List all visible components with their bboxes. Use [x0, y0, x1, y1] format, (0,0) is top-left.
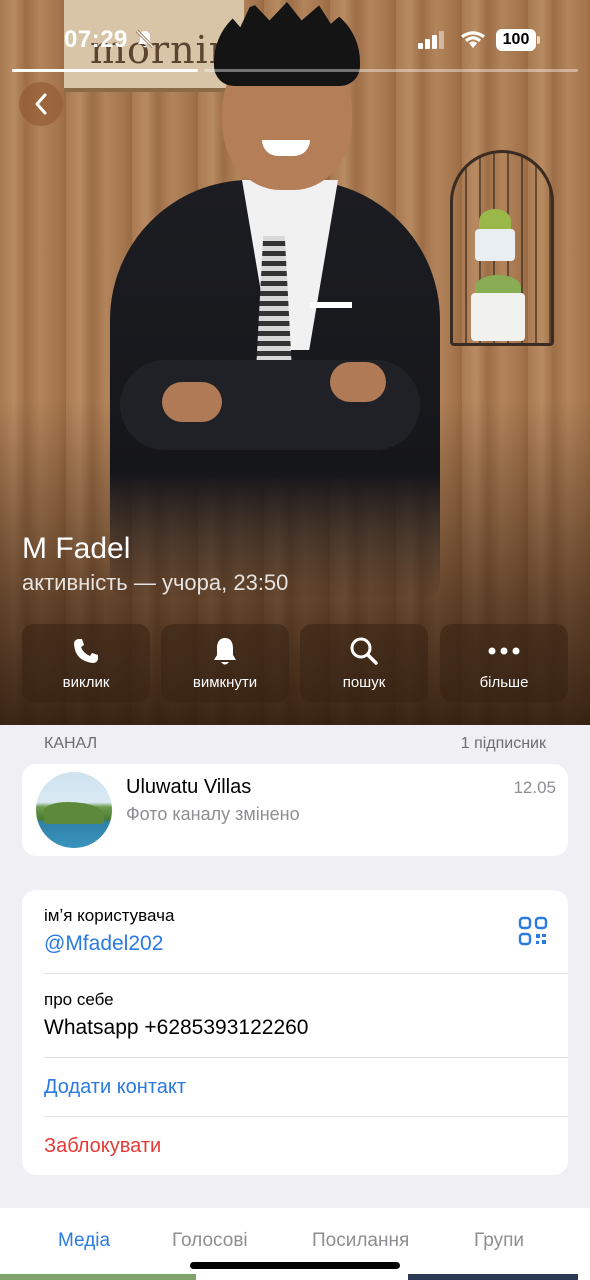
- username-value[interactable]: @Mfadel202: [44, 932, 568, 956]
- search-button-label: пошук: [342, 674, 386, 691]
- profile-name: M Fadel: [22, 532, 131, 565]
- channel-section-title: КАНАЛ: [44, 735, 98, 752]
- divider: [44, 973, 568, 974]
- qr-code-icon[interactable]: [518, 916, 548, 946]
- channel-card[interactable]: Uluwatu Villas Фото каналу змінено 12.05: [22, 764, 568, 856]
- bio-value[interactable]: Whatsapp +6285393122260: [44, 1016, 568, 1040]
- profile-person: [0, 0, 590, 725]
- channel-subscribers-count: 1 підписник: [460, 735, 546, 752]
- home-indicator: [190, 1262, 400, 1269]
- divider: [44, 1057, 568, 1058]
- status-time: 07:29: [64, 26, 128, 53]
- more-icon: [488, 647, 520, 655]
- block-user-label: Заблокувати: [44, 1135, 162, 1157]
- profile-actions: виклик вимкнути пошук більше: [22, 624, 568, 702]
- mute-button[interactable]: вимкнути: [161, 624, 289, 702]
- tab-voice[interactable]: Голосові: [172, 1230, 248, 1252]
- add-contact-button[interactable]: Додати контакт: [44, 1076, 568, 1099]
- tab-links[interactable]: Посилання: [312, 1230, 409, 1252]
- username-label: імʼя користувача: [44, 906, 175, 925]
- channel-section-header: КАНАЛ 1 підписник: [44, 735, 546, 753]
- channel-date: 12.05: [513, 778, 556, 797]
- battery-level: 100: [502, 31, 530, 48]
- photo-progress-bars: [12, 69, 578, 72]
- block-user-button[interactable]: Заблокувати: [44, 1135, 568, 1158]
- cellular-signal-icon: [418, 31, 444, 49]
- chevron-left-icon: [35, 93, 47, 115]
- more-button-label: більше: [479, 674, 529, 691]
- username-row[interactable]: імʼя користувача @Mfadel202: [44, 906, 568, 956]
- battery-indicator: 100: [496, 29, 540, 51]
- profile-last-seen: активність — учора, 23:50: [22, 570, 289, 595]
- call-button[interactable]: виклик: [22, 624, 150, 702]
- bell-icon: [214, 638, 236, 665]
- divider: [44, 1116, 568, 1117]
- media-thumbnail[interactable]: [408, 1274, 578, 1280]
- bio-row[interactable]: про себе Whatsapp +6285393122260: [44, 990, 568, 1040]
- user-info-card: імʼя користувача @Mfadel202 про себе Wha…: [22, 890, 568, 1175]
- mute-bell-icon: [135, 29, 155, 49]
- search-icon: [350, 637, 378, 665]
- phone-icon: [74, 639, 98, 663]
- mute-button-label: вимкнути: [192, 674, 258, 691]
- bio-label: про себе: [44, 990, 114, 1009]
- more-button[interactable]: більше: [440, 624, 568, 702]
- call-button-label: виклик: [62, 674, 110, 691]
- channel-avatar: [36, 772, 112, 848]
- photo-progress-active: [12, 69, 198, 72]
- channel-name: Uluwatu Villas: [126, 776, 252, 798]
- search-button[interactable]: пошук: [300, 624, 428, 702]
- channel-last-message: Фото каналу змінено: [126, 804, 300, 824]
- photo-progress-rest: [204, 69, 578, 72]
- media-tabs: Медіа Голосові Посилання Групи: [0, 1208, 590, 1280]
- tab-media[interactable]: Медіа: [58, 1230, 110, 1252]
- add-contact-label: Додати контакт: [44, 1076, 187, 1098]
- wifi-icon: [461, 31, 485, 48]
- tab-groups[interactable]: Групи: [474, 1230, 524, 1252]
- back-button[interactable]: [19, 82, 63, 126]
- profile-hero-photo[interactable]: morning: [0, 0, 590, 725]
- media-thumbnail[interactable]: [0, 1274, 196, 1280]
